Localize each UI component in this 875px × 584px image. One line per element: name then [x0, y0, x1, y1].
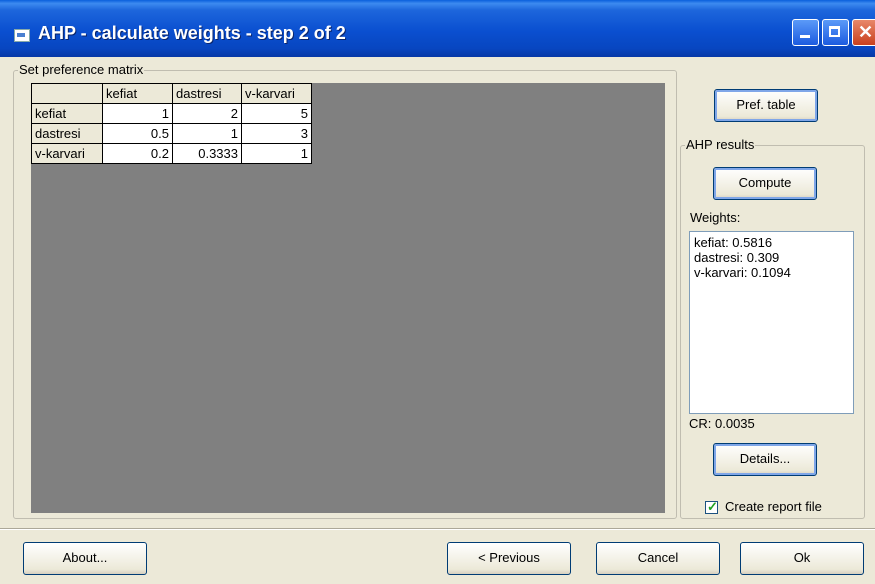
app-window-icon [14, 29, 30, 42]
matrix-row-header[interactable]: v-karvari [31, 143, 103, 164]
matrix-cell[interactable]: 3 [241, 123, 312, 144]
weight-item[interactable]: dastresi: 0.309 [694, 250, 849, 265]
matrix-column-header[interactable]: dastresi [172, 83, 242, 104]
matrix-row: kefiat 1 2 5 [31, 103, 312, 124]
ok-button[interactable]: Ok [740, 542, 864, 575]
window-title: AHP - calculate weights - step 2 of 2 [38, 23, 346, 43]
matrix-row: v-karvari 0.2 0.3333 1 [31, 143, 312, 164]
minimize-button[interactable] [792, 19, 819, 46]
footer-separator [0, 528, 875, 530]
matrix-corner-cell [31, 83, 103, 104]
minimize-icon [800, 35, 810, 38]
details-button[interactable]: Details... [713, 443, 817, 476]
title-bar[interactable]: AHP - calculate weights - step 2 of 2 ✕ [0, 0, 875, 57]
matrix-cell[interactable]: 0.5 [102, 123, 173, 144]
maximize-icon [829, 26, 840, 37]
ahp-results-legend: AHP results [685, 137, 756, 152]
pref-table-button[interactable]: Pref. table [714, 89, 818, 122]
matrix-cell[interactable]: 0.2 [102, 143, 173, 164]
preference-matrix-table: kefiat dastresi v-karvari kefiat 1 2 5 d… [31, 83, 312, 164]
weight-item[interactable]: kefiat: 0.5816 [694, 235, 849, 250]
matrix-column-header[interactable]: v-karvari [241, 83, 312, 104]
matrix-header-row: kefiat dastresi v-karvari [31, 83, 312, 104]
compute-button[interactable]: Compute [713, 167, 817, 200]
weights-listbox[interactable]: kefiat: 0.5816 dastresi: 0.309 v-karvari… [689, 231, 854, 414]
create-report-label[interactable]: Create report file [725, 499, 822, 514]
previous-button[interactable]: < Previous [447, 542, 571, 575]
close-button[interactable]: ✕ [852, 19, 875, 46]
cr-value-label: CR: 0.0035 [689, 416, 755, 431]
weight-item[interactable]: v-karvari: 0.1094 [694, 265, 849, 280]
matrix-cell[interactable]: 0.3333 [172, 143, 242, 164]
matrix-row-header[interactable]: dastresi [31, 123, 103, 144]
maximize-button[interactable] [822, 19, 849, 46]
about-button[interactable]: About... [23, 542, 147, 575]
create-report-checkbox[interactable]: ✓ [705, 499, 718, 514]
ahp-dialog: AHP - calculate weights - step 2 of 2 ✕ … [0, 0, 875, 584]
cancel-button[interactable]: Cancel [596, 542, 720, 575]
matrix-row-header[interactable]: kefiat [31, 103, 103, 124]
matrix-cell[interactable]: 2 [172, 103, 242, 124]
weights-label: Weights: [690, 210, 741, 225]
matrix-cell[interactable]: 1 [102, 103, 173, 124]
matrix-row: dastresi 0.5 1 3 [31, 123, 312, 144]
close-icon: ✕ [858, 22, 874, 42]
matrix-cell[interactable]: 5 [241, 103, 312, 124]
matrix-cell[interactable]: 1 [241, 143, 312, 164]
matrix-cell[interactable]: 1 [172, 123, 242, 144]
checkmark-icon: ✓ [707, 499, 718, 514]
matrix-column-header[interactable]: kefiat [102, 83, 173, 104]
preference-matrix-legend: Set preference matrix [18, 62, 145, 77]
